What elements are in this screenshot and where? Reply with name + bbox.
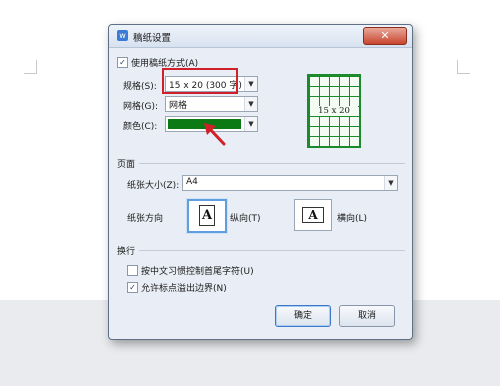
- chinese-wrap-label: 按中文习惯控制首尾字符(U): [141, 267, 254, 277]
- page-margin-mark: [457, 60, 458, 74]
- cancel-button[interactable]: 取消: [339, 305, 395, 327]
- app-icon: w: [117, 30, 128, 41]
- grid-select[interactable]: 网格 ▼: [165, 96, 258, 112]
- wrap-section-title: 换行: [117, 247, 136, 257]
- page-margin-mark: [24, 73, 37, 74]
- punctuation-overflow-label: 允许标点溢出边界(N): [141, 284, 227, 294]
- page-margin-mark: [457, 73, 470, 74]
- chinese-wrap-checkbox[interactable]: [127, 265, 138, 276]
- chevron-down-icon: ▼: [244, 77, 257, 91]
- ok-button[interactable]: 确定: [275, 305, 331, 327]
- grid-label: 网格(G):: [123, 102, 159, 112]
- highlight-box: [162, 68, 238, 94]
- paper-size-value: A4: [186, 177, 198, 187]
- portrait-label: 纵向(T): [230, 214, 261, 224]
- spec-label: 规格(S):: [123, 82, 157, 92]
- portrait-page-icon: A: [199, 205, 215, 226]
- color-label: 颜色(C):: [123, 122, 158, 132]
- chevron-down-icon: ▼: [384, 176, 397, 190]
- manuscript-settings-dialog: w 稿纸设置 ✕ ✓ 使用稿纸方式(A) 规格(S): 15 x 20 (300…: [108, 24, 413, 340]
- use-manuscript-checkbox[interactable]: ✓: [117, 57, 128, 68]
- document-area: [400, 0, 500, 300]
- landscape-page-icon: A: [302, 207, 324, 223]
- chevron-down-icon: ▼: [244, 97, 257, 111]
- orientation-label: 纸张方向: [127, 214, 164, 224]
- page-margin-mark: [36, 60, 37, 74]
- section-divider: [139, 163, 405, 164]
- paper-size-label: 纸张大小(Z):: [127, 181, 180, 191]
- landscape-option[interactable]: A: [294, 199, 332, 231]
- arrow-pointer-icon: [204, 123, 226, 146]
- landscape-label: 横向(L): [337, 214, 368, 224]
- dialog-title: 稿纸设置: [133, 33, 172, 44]
- punctuation-overflow-checkbox[interactable]: ✓: [127, 282, 138, 293]
- chevron-down-icon: ▼: [244, 117, 257, 131]
- close-button[interactable]: ✕: [363, 27, 407, 45]
- section-divider: [139, 250, 405, 251]
- dialog-titlebar: w 稿纸设置 ✕: [109, 25, 412, 48]
- grid-value: 网格: [169, 101, 188, 111]
- page-section-title: 页面: [117, 160, 136, 170]
- paper-size-select[interactable]: A4 ▼: [182, 175, 398, 191]
- preview-grid-label: 15 x 20: [310, 106, 358, 116]
- portrait-option[interactable]: A: [187, 199, 227, 233]
